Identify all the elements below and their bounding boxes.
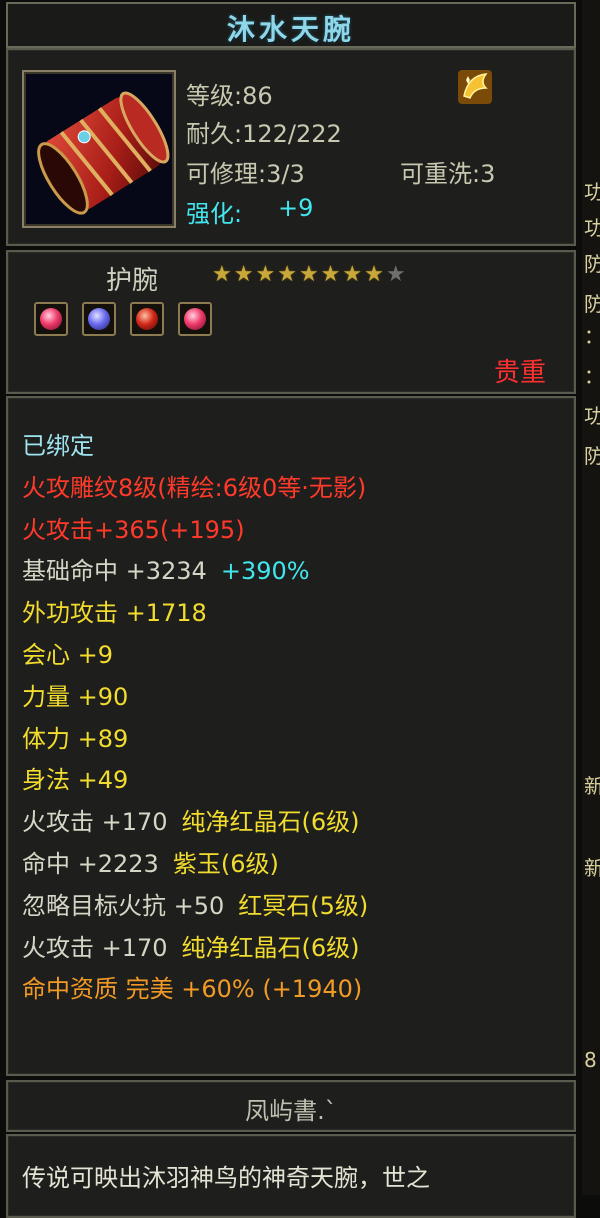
attribute-text: 忽略目标火抗 +50: [22, 891, 225, 920]
background-text-fragment: 新: [584, 856, 600, 880]
star-filled-icon: ★: [342, 262, 363, 287]
attribute-text: 力量 +90: [22, 682, 129, 711]
repair-text: 可修理:3/3: [186, 160, 305, 188]
background-text-fragment: 功: [584, 180, 600, 204]
attribute-line: 忽略目标火抗 +50 红冥石(5级): [22, 886, 368, 921]
star-filled-icon: ★: [298, 262, 319, 287]
background-text-fragment: 防: [584, 252, 600, 276]
attribute-extra: 红冥石(5级): [238, 891, 369, 920]
durability-text: 耐久:122/222: [186, 120, 342, 148]
pink-gem-icon: [178, 302, 212, 336]
background-text-fragment: 防: [584, 444, 600, 468]
attribute-extra: 纯净红晶石(6级): [181, 933, 360, 962]
background-window-edge: 功功防防：：功防新新8: [582, 0, 600, 1195]
background-text-fragment: 功: [584, 216, 600, 240]
item-header-panel: 等级:86 耐久:122/222 可修理:3/3 可重洗:3 强化: +9: [6, 48, 576, 246]
star-filled-icon: ★: [364, 262, 384, 287]
attribute-line: 外功攻击 +1718: [22, 593, 207, 628]
description-panel: 传说可映出沐羽神鸟的神奇天腕，世之: [6, 1134, 576, 1218]
attributes-panel: 已绑定火攻雕纹8级(精绘:6级0等·无影) 火攻击+365(+195) 基础命中 +…: [6, 396, 576, 1076]
attribute-extra: 纯净红晶石(6级): [181, 808, 360, 837]
enhance-value: +9: [278, 194, 314, 222]
purple-gem-icon: [82, 302, 116, 336]
attribute-text: 已绑定: [22, 432, 94, 460]
attribute-extra: +390%: [220, 557, 310, 586]
attribute-text: 命中资质 完美 +60% (+1940): [22, 975, 363, 1004]
pink-gem-icon: [34, 302, 68, 336]
attribute-line: 命中资质 完美 +60% (+1940): [22, 969, 362, 1004]
background-text-fragment: ：: [584, 360, 600, 389]
background-text-fragment: 功: [584, 404, 600, 428]
title-bar: 沐水天腕: [6, 2, 576, 48]
attribute-text: 火攻击+365(+195): [22, 515, 245, 544]
attribute-line: 体力 +89: [22, 719, 128, 754]
attribute-line: 火攻雕纹8级(精绘:6级0等·无影): [22, 468, 366, 503]
bracer-icon: [37, 91, 170, 215]
attribute-line: 会心 +9: [22, 635, 113, 670]
author-signature: 凤屿書.`: [245, 1097, 337, 1125]
attribute-line: 火攻击 +170 纯净红晶石(6级): [22, 928, 360, 963]
star-rating: ★★★★★★★★★: [212, 262, 408, 287]
level-text: 等级:86: [186, 82, 273, 110]
attribute-text: 基础命中 +3234: [22, 557, 207, 586]
item-type: 护腕: [106, 266, 159, 296]
rewash-text: 可重洗:3: [400, 160, 496, 188]
star-empty-icon: ★: [385, 262, 406, 287]
rarity-label: 贵重: [493, 358, 546, 388]
attribute-text: 会心 +9: [22, 641, 114, 669]
attribute-text: 火攻击 +170: [22, 808, 168, 837]
item-icon: [22, 70, 176, 228]
attribute-line: 力量 +90: [22, 677, 128, 712]
red-gem-icon: [130, 302, 164, 336]
enhance-label: 强化:: [186, 200, 243, 228]
item-description: 传说可映出沐羽神鸟的神奇天腕，世之: [22, 1164, 430, 1192]
attribute-line: 已绑定: [22, 426, 94, 461]
background-text-fragment: 8: [584, 1048, 597, 1072]
star-filled-icon: ★: [277, 262, 297, 287]
star-filled-icon: ★: [320, 262, 341, 287]
background-text-fragment: 新: [584, 774, 600, 798]
author-panel: 凤屿書.`: [6, 1080, 576, 1132]
background-text-fragment: ：: [584, 320, 600, 349]
attribute-text: 火攻雕纹8级(精绘:6级0等·无影): [22, 473, 367, 502]
item-title: 沐水天腕: [226, 13, 355, 46]
attribute-text: 身法 +49: [22, 766, 129, 795]
attribute-text: 火攻击 +170: [22, 933, 168, 962]
star-filled-icon: ★: [212, 262, 232, 287]
gem-sockets: [34, 302, 234, 342]
gold-badge-icon: [456, 68, 494, 106]
attribute-line: 命中 +2223 紫玉(6级): [22, 844, 279, 879]
attribute-extra: 紫玉(6级): [172, 850, 279, 878]
item-type-panel: 护腕 ★★★★★★★★★ 贵重: [6, 250, 576, 394]
attribute-text: 外功攻击 +1718: [22, 599, 207, 628]
attribute-line: 火攻击 +170 纯净红晶石(6级): [22, 802, 360, 837]
attribute-text: 命中 +2223: [22, 850, 159, 878]
attribute-line: 身法 +49: [22, 760, 128, 795]
attribute-line: 基础命中 +3234 +390%: [22, 551, 310, 586]
background-text-fragment: 防: [584, 292, 600, 316]
star-filled-icon: ★: [255, 262, 276, 287]
star-filled-icon: ★: [233, 262, 254, 287]
attribute-text: 体力 +89: [22, 724, 129, 753]
attribute-line: 火攻击+365(+195): [22, 510, 245, 545]
